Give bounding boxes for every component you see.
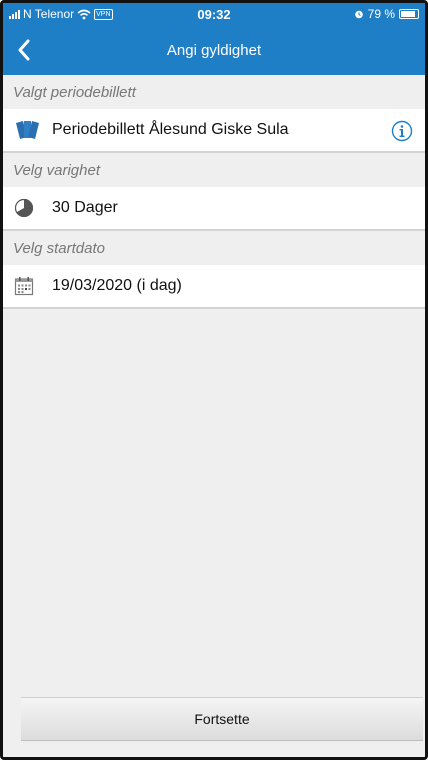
ticket-value: Periodebillett Ålesund Giske Sula (52, 121, 289, 138)
status-right: 79 % (354, 7, 419, 21)
back-button[interactable] (11, 37, 37, 63)
clock-pie-icon (14, 197, 44, 219)
status-bar: N Telenor VPN 09:32 79 % (3, 3, 425, 25)
duration-section-header: Velg varighet (3, 153, 425, 187)
date-section-header: Velg startdato (3, 231, 425, 265)
battery-icon (399, 9, 419, 19)
page-title: Angi gyldighet (166, 41, 262, 59)
ticket-section-header: Valgt periodebillett (3, 75, 425, 109)
ticket-row[interactable]: Periodebillett Ålesund Giske Sula (3, 109, 425, 153)
date-row[interactable]: 19/03/2020 (i dag) (3, 265, 425, 309)
chevron-left-icon (18, 39, 30, 61)
ticket-cards-icon (14, 119, 44, 141)
duration-value: 30 Dager (52, 199, 118, 216)
duration-row[interactable]: 30 Dager (3, 187, 425, 231)
battery-percent: 79 % (367, 7, 395, 21)
info-icon[interactable] (391, 120, 413, 142)
alarm-icon (354, 10, 363, 19)
nav-bar: Angi gyldighet (3, 25, 425, 75)
continue-button[interactable]: Fortsette (21, 697, 423, 741)
calendar-icon (14, 275, 44, 297)
bottom-area: Fortsette (3, 697, 425, 757)
app-frame: N Telenor VPN 09:32 79 % Angi gyldighet (0, 0, 428, 760)
start-date-value: 19/03/2020 (i dag) (52, 277, 182, 294)
